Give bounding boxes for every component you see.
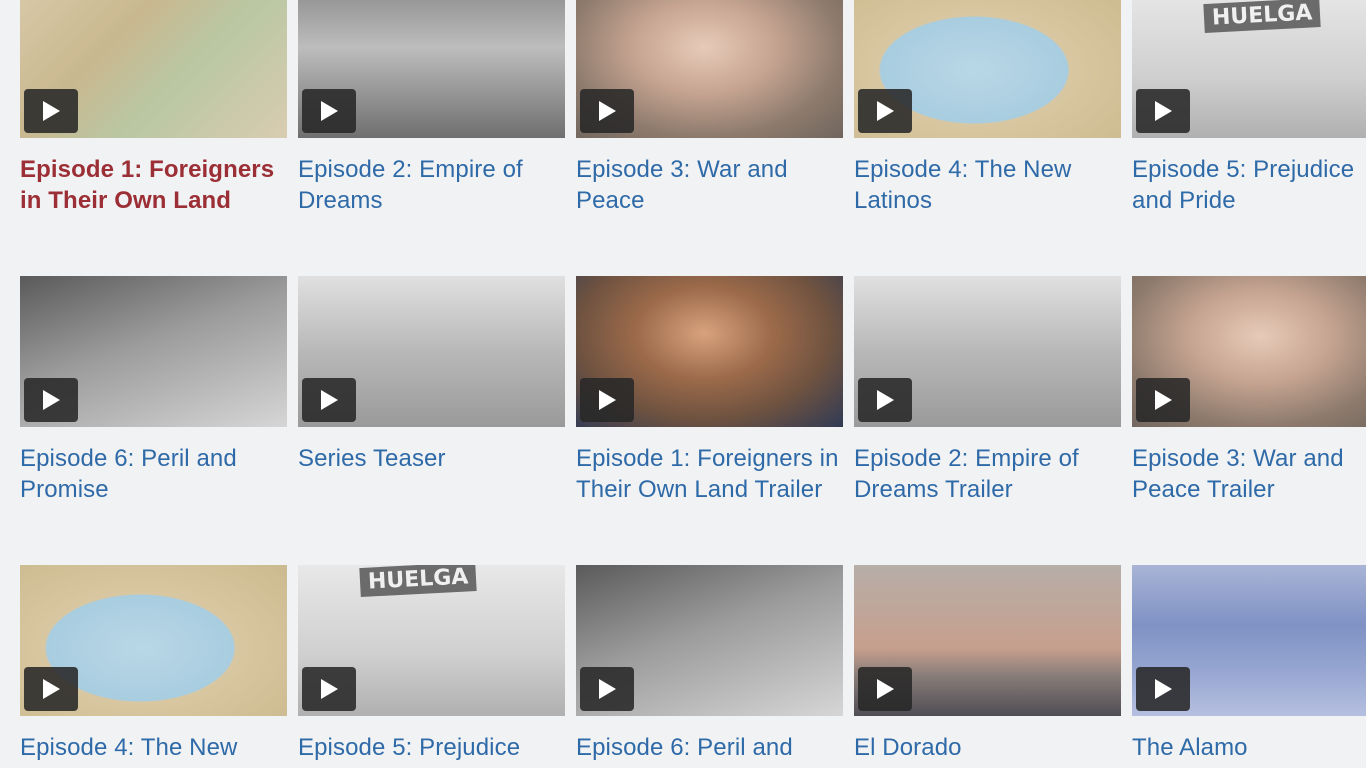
video-thumbnail[interactable]	[20, 0, 287, 138]
play-button[interactable]	[1136, 667, 1190, 711]
video-title-link[interactable]: Episode 4: The New Latinos	[854, 154, 1121, 216]
video-thumbnail[interactable]	[576, 0, 843, 138]
video-thumbnail[interactable]	[20, 276, 287, 427]
play-icon	[41, 678, 61, 700]
video-title-link[interactable]: The Alamo	[1132, 732, 1366, 763]
video-thumbnail[interactable]	[854, 0, 1121, 138]
video-card[interactable]: Series Teaser	[298, 276, 565, 474]
video-thumbnail[interactable]	[298, 276, 565, 427]
video-title-link[interactable]: Episode 4: The New	[20, 732, 287, 763]
play-icon	[875, 389, 895, 411]
video-card[interactable]: HUELGA Episode 5: Prejudice	[298, 565, 565, 763]
play-icon	[1153, 678, 1173, 700]
video-card[interactable]: Episode 4: The New Latinos	[854, 0, 1121, 216]
video-title-link[interactable]: Episode 2: Empire of Dreams	[298, 154, 565, 216]
video-card[interactable]: Episode 1: Foreigners in Their Own Land …	[576, 276, 843, 505]
video-card[interactable]: Episode 6: Peril and	[576, 565, 843, 763]
video-title-link[interactable]: Episode 2: Empire of Dreams Trailer	[854, 443, 1121, 505]
video-card[interactable]: Episode 4: The New	[20, 565, 287, 763]
play-icon	[1153, 100, 1173, 122]
video-title-link[interactable]: Episode 3: War and Peace Trailer	[1132, 443, 1366, 505]
video-thumbnail[interactable]	[854, 565, 1121, 716]
video-thumbnail[interactable]	[1132, 276, 1366, 427]
play-button[interactable]	[302, 378, 356, 422]
video-thumbnail[interactable]	[20, 565, 287, 716]
video-title-link[interactable]: Episode 3: War and Peace	[576, 154, 843, 216]
video-thumbnail[interactable]	[1132, 565, 1366, 716]
play-button[interactable]	[1136, 89, 1190, 133]
play-icon	[597, 100, 617, 122]
play-icon	[597, 678, 617, 700]
play-icon	[319, 389, 339, 411]
video-title-link[interactable]: Episode 5: Prejudice	[298, 732, 565, 763]
video-thumbnail[interactable]	[576, 276, 843, 427]
play-button[interactable]	[580, 89, 634, 133]
video-title-link[interactable]: Episode 6: Peril and Promise	[20, 443, 287, 505]
play-icon	[875, 678, 895, 700]
play-icon	[597, 389, 617, 411]
video-thumbnail[interactable]	[854, 276, 1121, 427]
play-button[interactable]	[24, 89, 78, 133]
video-card[interactable]: Episode 2: Empire of Dreams	[298, 0, 565, 216]
video-title-link[interactable]: Episode 1: Foreigners in Their Own Land …	[576, 443, 843, 505]
video-card[interactable]: Episode 6: Peril and Promise	[20, 276, 287, 505]
play-icon	[319, 678, 339, 700]
video-card[interactable]: Episode 2: Empire of Dreams Trailer	[854, 276, 1121, 505]
video-card[interactable]: HUELGA Episode 5: Prejudice and Pride	[1132, 0, 1366, 216]
play-button[interactable]	[858, 378, 912, 422]
play-icon	[1153, 389, 1173, 411]
video-thumbnail[interactable]	[576, 565, 843, 716]
play-button[interactable]	[858, 667, 912, 711]
play-icon	[319, 100, 339, 122]
play-button[interactable]	[24, 667, 78, 711]
play-button[interactable]	[858, 89, 912, 133]
play-button[interactable]	[24, 378, 78, 422]
video-title-link[interactable]: Episode 5: Prejudice and Pride	[1132, 154, 1366, 216]
video-card[interactable]: The Alamo	[1132, 565, 1366, 763]
video-card[interactable]: Episode 3: War and Peace Trailer	[1132, 276, 1366, 505]
play-icon	[41, 389, 61, 411]
video-card[interactable]: Episode 1: Foreigners in Their Own Land	[20, 0, 287, 216]
video-title-link[interactable]: Episode 1: Foreigners in Their Own Land	[20, 154, 287, 216]
play-icon	[875, 100, 895, 122]
play-icon	[41, 100, 61, 122]
video-card[interactable]: El Dorado	[854, 565, 1121, 763]
video-title-link[interactable]: Episode 6: Peril and	[576, 732, 843, 763]
video-thumbnail[interactable]: HUELGA	[298, 565, 565, 716]
video-title-link[interactable]: Series Teaser	[298, 443, 565, 474]
video-thumbnail[interactable]	[298, 0, 565, 138]
play-button[interactable]	[580, 667, 634, 711]
video-thumbnail[interactable]: HUELGA	[1132, 0, 1366, 138]
video-title-link[interactable]: El Dorado	[854, 732, 1121, 763]
video-card[interactable]: Episode 3: War and Peace	[576, 0, 843, 216]
video-grid: Episode 1: Foreigners in Their Own Land …	[0, 0, 1366, 768]
play-button[interactable]	[580, 378, 634, 422]
play-button[interactable]	[1136, 378, 1190, 422]
play-button[interactable]	[302, 667, 356, 711]
play-button[interactable]	[302, 89, 356, 133]
